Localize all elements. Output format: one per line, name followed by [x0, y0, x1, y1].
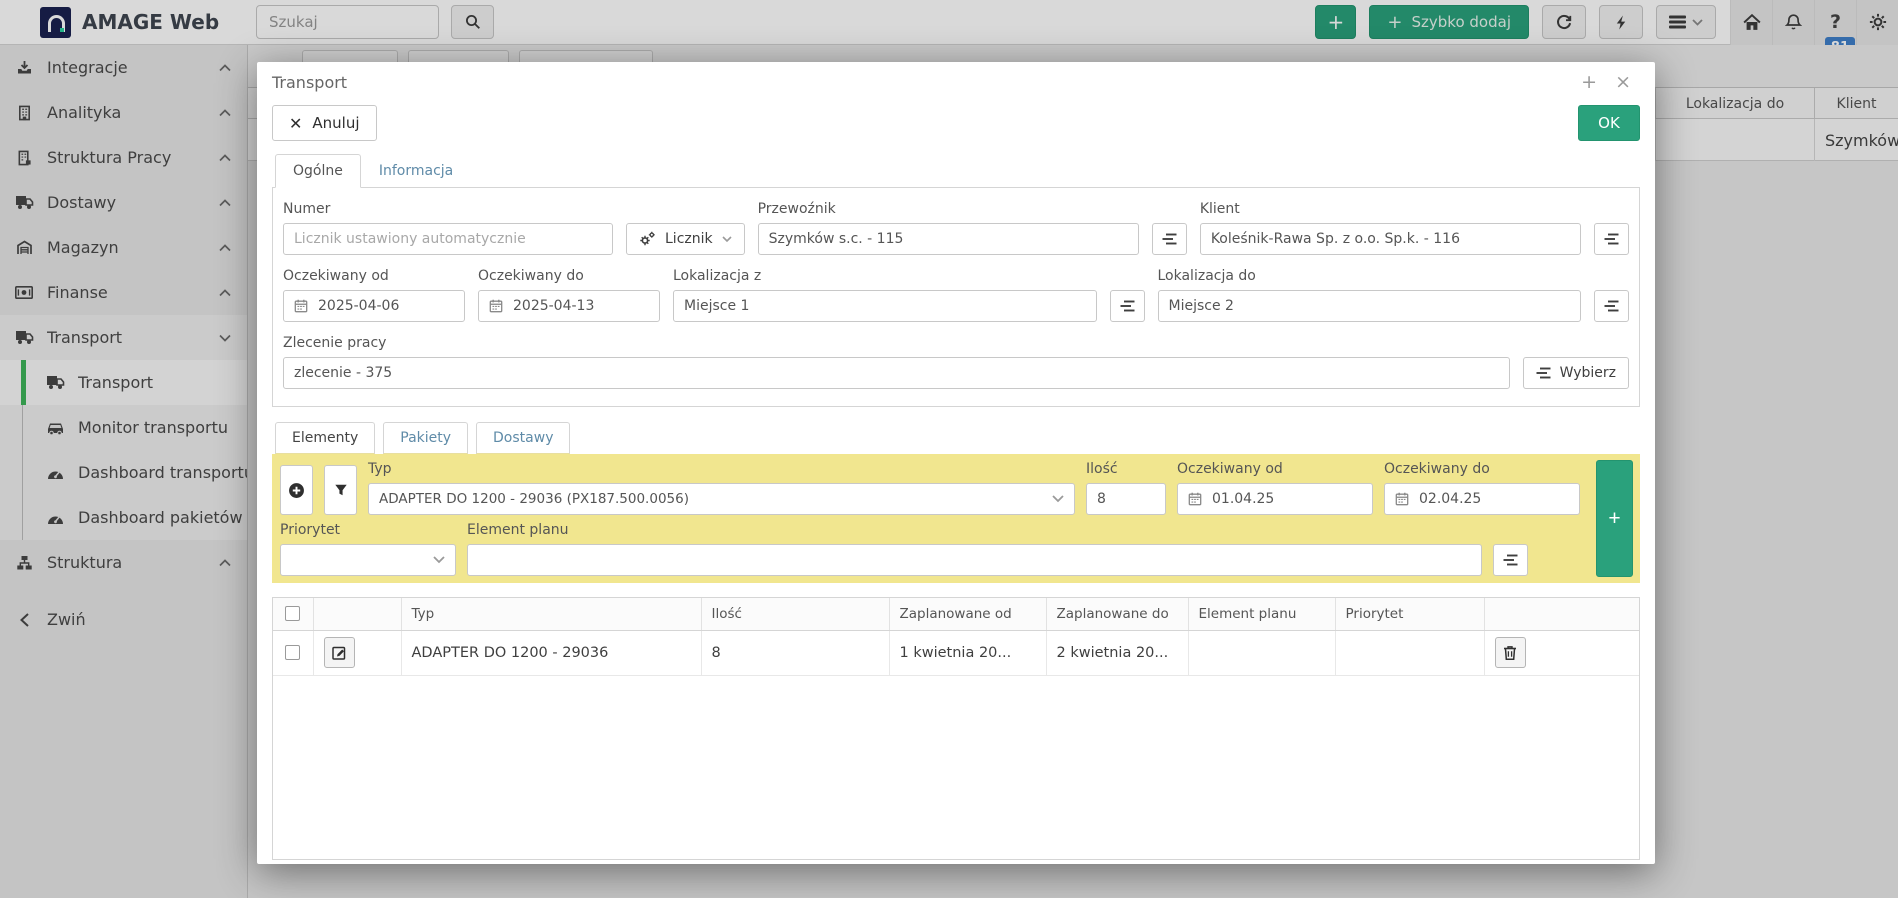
select-all-checkbox[interactable] — [285, 606, 300, 621]
klient-label: Klient — [1200, 201, 1581, 217]
chevron-down-icon — [722, 236, 732, 243]
row-cell-zaplanowane-od: 1 kwietnia 20... — [889, 630, 1046, 675]
funnel-icon — [334, 483, 348, 497]
pencil-square-icon — [331, 645, 347, 661]
przewoznik-label: Przewoźnik — [758, 201, 1139, 217]
cogs-icon — [639, 231, 656, 247]
editor-oczekiwany-od-field[interactable] — [1177, 483, 1373, 515]
klient-input[interactable] — [1200, 223, 1581, 255]
add-item-button[interactable] — [280, 465, 313, 515]
delete-row-button[interactable] — [1495, 637, 1526, 668]
oczekiwany-od-label: Oczekiwany od — [283, 268, 465, 284]
przewoznik-input[interactable] — [758, 223, 1139, 255]
item-editor-panel: Typ ADAPTER DO 1200 - 29036 (PX187.500.0… — [272, 454, 1640, 583]
bars-staggered-icon — [1503, 554, 1518, 566]
ilosc-input[interactable] — [1086, 483, 1166, 515]
filter-button[interactable] — [324, 465, 357, 515]
edit-column-header — [313, 598, 401, 630]
general-form: Numer Licznik Przewoźnik — [272, 188, 1640, 407]
element-planu-pick-button[interactable] — [1493, 544, 1528, 576]
trash-icon — [1503, 645, 1517, 661]
row-cell-element-planu — [1188, 630, 1335, 675]
row-checkbox[interactable] — [285, 645, 300, 660]
row-cell-zaplanowane-do: 2 kwietnia 20... — [1046, 630, 1188, 675]
oczekiwany-do-label: Oczekiwany do — [478, 268, 660, 284]
calendar-icon — [294, 299, 308, 313]
priorytet-label: Priorytet — [280, 522, 456, 538]
element-planu-input[interactable] — [467, 544, 1482, 576]
chevron-down-icon — [433, 556, 445, 564]
editor-oczekiwany-do-field[interactable] — [1384, 483, 1580, 515]
numer-input[interactable] — [283, 223, 613, 255]
lokalizacja-z-input[interactable] — [673, 290, 1097, 322]
subtab-dostawy[interactable]: Dostawy — [476, 422, 570, 454]
typ-select[interactable]: ADAPTER DO 1200 - 29036 (PX187.500.0056) — [368, 483, 1075, 515]
typ-column-header[interactable]: Typ — [401, 598, 701, 630]
items-table-header-row: Typ Ilość Zaplanowane od Zaplanowane do … — [273, 598, 1639, 630]
licznik-button[interactable]: Licznik — [626, 223, 745, 255]
confirm-add-item-button[interactable]: + — [1596, 460, 1633, 577]
row-cell-ilosc: 8 — [701, 630, 889, 675]
lokalizacja-do-pick-button[interactable] — [1594, 290, 1629, 322]
cancel-button[interactable]: ✕ Anuluj — [272, 105, 377, 141]
ok-button[interactable]: OK — [1578, 105, 1640, 141]
modal-tabs: Ogólne Informacja — [272, 154, 1640, 188]
modal-actions: ✕ Anuluj OK — [272, 105, 1640, 141]
oczekiwany-od-input[interactable] — [318, 292, 454, 320]
row-cell-typ: ADAPTER DO 1200 - 29036 — [401, 630, 701, 675]
bars-staggered-icon — [1536, 367, 1551, 379]
element-planu-label: Element planu — [467, 522, 1482, 538]
tab-informacja[interactable]: Informacja — [361, 154, 471, 188]
modal-title: Transport — [272, 73, 1572, 92]
priorytet-column-header[interactable]: Priorytet — [1335, 598, 1484, 630]
subtab-elementy[interactable]: Elementy — [275, 422, 375, 454]
lokalizacja-z-label: Lokalizacja z — [673, 268, 1097, 284]
bars-staggered-icon — [1604, 300, 1619, 312]
calendar-icon — [489, 299, 503, 313]
close-icon: ✕ — [289, 114, 302, 133]
modal-close-icon[interactable]: × — [1606, 73, 1640, 92]
chevron-down-icon — [1052, 495, 1064, 503]
bars-staggered-icon — [1120, 300, 1135, 312]
zaplanowane-do-column-header[interactable]: Zaplanowane do — [1046, 598, 1188, 630]
editor-oczekiwany-od-input[interactable] — [1212, 485, 1362, 513]
plus-circle-icon — [288, 482, 305, 499]
ilosc-column-header[interactable]: Ilość — [701, 598, 889, 630]
transport-modal: Transport + × ✕ Anuluj OK Ogólne Informa… — [257, 62, 1655, 864]
editor-oczekiwany-od-label: Oczekiwany od — [1177, 461, 1373, 477]
wybierz-button[interactable]: Wybierz — [1523, 357, 1629, 389]
editor-oczekiwany-do-input[interactable] — [1419, 485, 1569, 513]
items-table: Typ Ilość Zaplanowane od Zaplanowane do … — [272, 597, 1640, 860]
lokalizacja-do-input[interactable] — [1158, 290, 1582, 322]
zlecenie-pracy-label: Zlecenie pracy — [283, 335, 1510, 351]
oczekiwany-do-input[interactable] — [513, 292, 649, 320]
ilosc-label: Ilość — [1086, 461, 1166, 477]
modal-header: Transport + × — [272, 62, 1640, 92]
items-subtabs: Elementy Pakiety Dostawy — [272, 422, 1640, 454]
przewoznik-pick-button[interactable] — [1152, 223, 1187, 255]
subtab-pakiety[interactable]: Pakiety — [383, 422, 468, 454]
zaplanowane-od-column-header[interactable]: Zaplanowane od — [889, 598, 1046, 630]
lokalizacja-z-pick-button[interactable] — [1110, 290, 1145, 322]
modal-expand-icon[interactable]: + — [1572, 73, 1606, 92]
items-table-row[interactable]: ADAPTER DO 1200 - 29036 8 1 kwietnia 20.… — [273, 630, 1639, 675]
actions-column-header — [1484, 598, 1639, 630]
bars-staggered-icon — [1604, 233, 1619, 245]
tab-ogolne[interactable]: Ogólne — [275, 154, 361, 188]
typ-label: Typ — [368, 461, 1075, 477]
row-cell-priorytet — [1335, 630, 1484, 675]
oczekiwany-do-field[interactable] — [478, 290, 660, 322]
bars-staggered-icon — [1162, 233, 1177, 245]
calendar-icon — [1188, 492, 1202, 506]
priorytet-select[interactable] — [280, 544, 456, 576]
lokalizacja-do-label: Lokalizacja do — [1158, 268, 1582, 284]
klient-pick-button[interactable] — [1594, 223, 1629, 255]
oczekiwany-od-field[interactable] — [283, 290, 465, 322]
element-planu-column-header[interactable]: Element planu — [1188, 598, 1335, 630]
calendar-icon — [1395, 492, 1409, 506]
zlecenie-pracy-input[interactable] — [283, 357, 1510, 389]
numer-label: Numer — [283, 201, 613, 217]
editor-oczekiwany-do-label: Oczekiwany do — [1384, 461, 1580, 477]
edit-row-button[interactable] — [324, 637, 355, 668]
